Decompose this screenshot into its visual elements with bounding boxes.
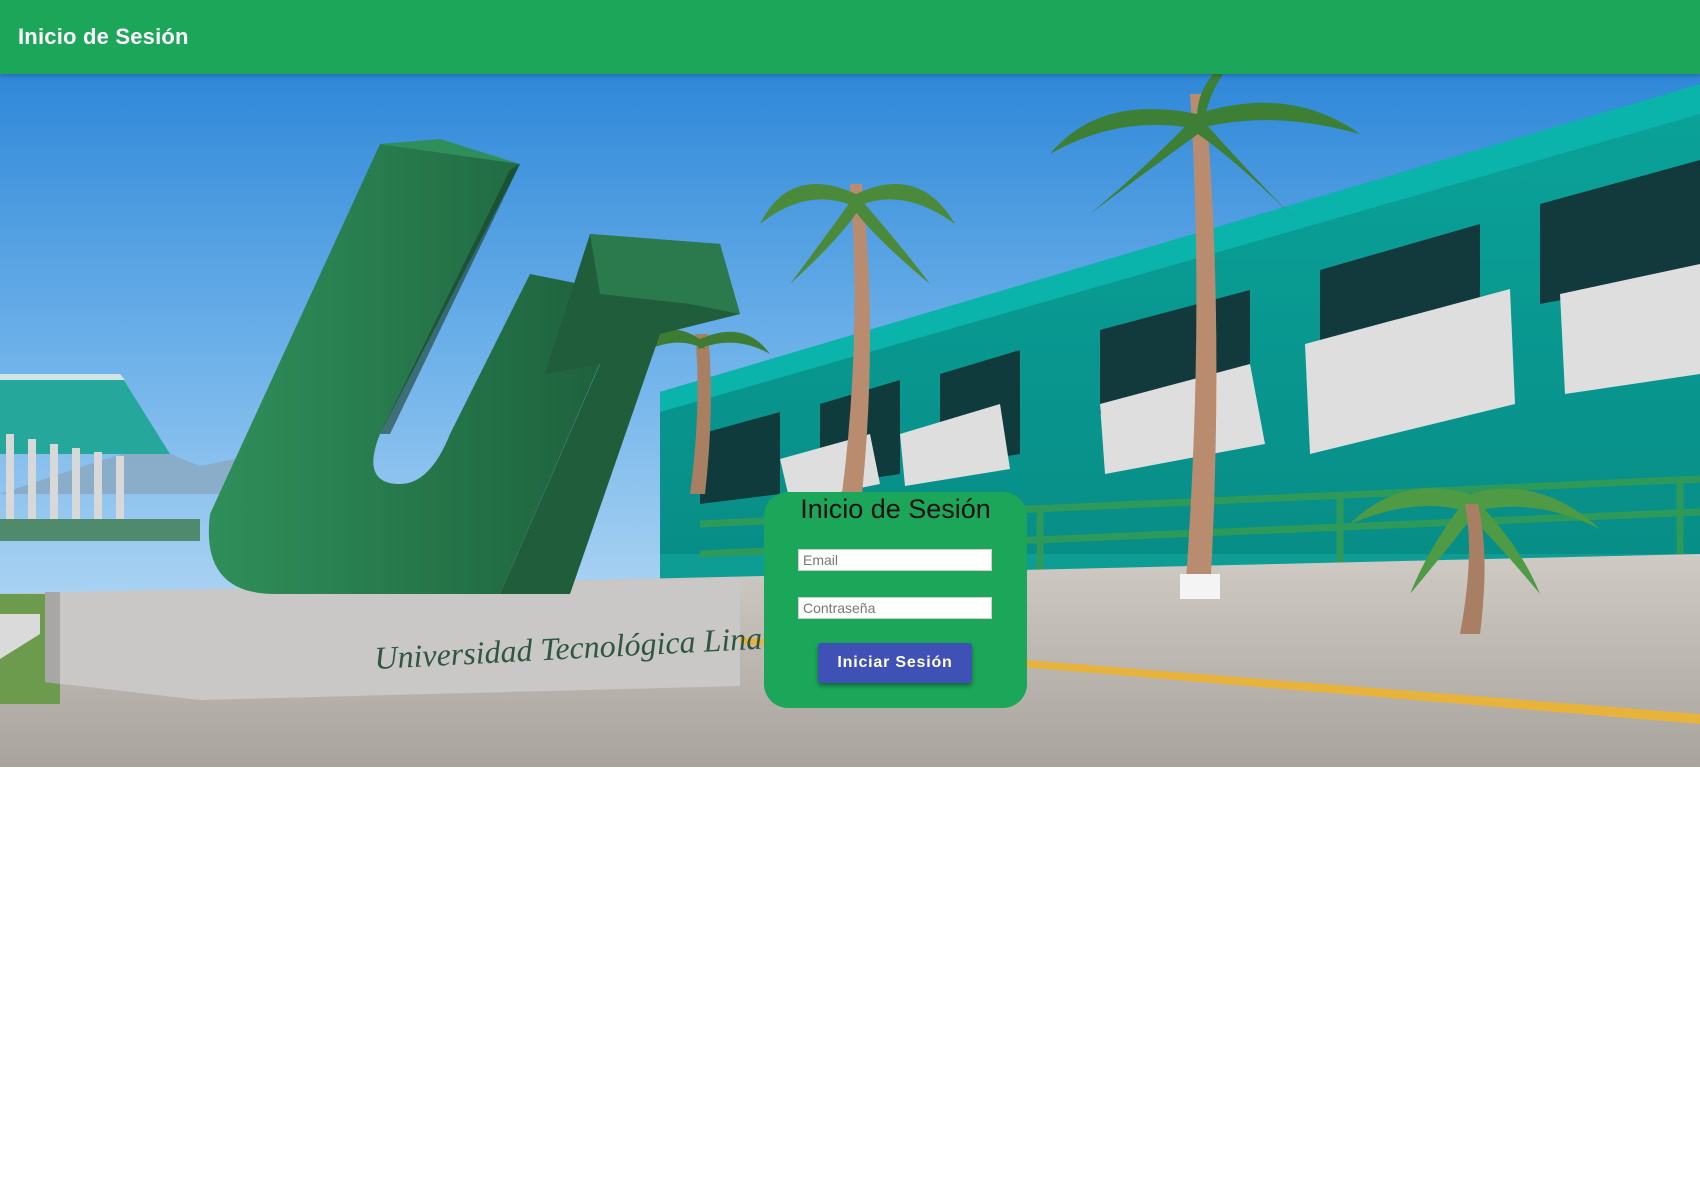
- login-title: Inicio de Sesión: [800, 494, 991, 524]
- email-input[interactable]: [798, 549, 992, 571]
- login-button[interactable]: Iniciar Sesión: [818, 643, 972, 683]
- app-bar-title: Inicio de Sesión: [18, 24, 189, 49]
- app-bar: Inicio de Sesión: [0, 0, 1700, 74]
- password-input[interactable]: [798, 597, 992, 619]
- login-card: Inicio de Sesión Iniciar Sesión: [764, 492, 1027, 708]
